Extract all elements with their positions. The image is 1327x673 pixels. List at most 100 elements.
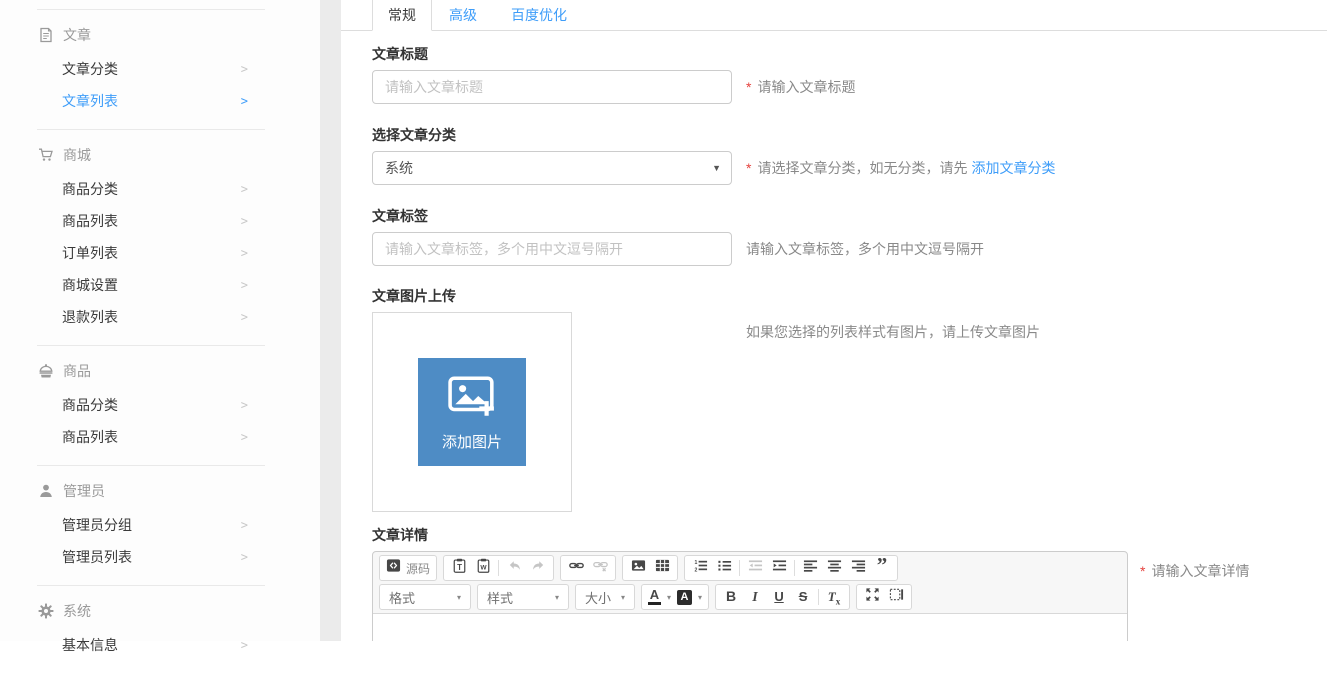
- system-icon: [38, 603, 54, 619]
- align-center-icon: [827, 558, 842, 578]
- italic-button[interactable]: I: [743, 586, 767, 608]
- underline-icon: U: [774, 588, 783, 606]
- chevron-down-icon: ▾: [667, 593, 671, 602]
- field-article-title: 文章标题 *请输入文章标题: [372, 47, 1327, 104]
- sidebar-item-article-category[interactable]: 文章分类 >: [0, 53, 320, 85]
- bullet-list-button[interactable]: [712, 557, 736, 579]
- bg-color-icon: A: [677, 590, 692, 605]
- underline-button[interactable]: U: [767, 586, 791, 608]
- redo-button[interactable]: [526, 557, 550, 579]
- style-select[interactable]: 样式▾: [481, 586, 565, 608]
- chevron-right-icon: >: [241, 62, 248, 76]
- insert-table-button[interactable]: [650, 557, 674, 579]
- undo-button[interactable]: [502, 557, 526, 579]
- toolbar-group: 格式▾: [379, 584, 471, 610]
- chevron-right-icon: >: [241, 310, 248, 324]
- sidebar-item-mall-goods-category[interactable]: 商品分类>: [0, 173, 320, 205]
- article-category-select[interactable]: 系统 ▼: [372, 151, 732, 185]
- sidebar-section-title: 文章: [63, 25, 91, 45]
- sidebar-item-refund-list[interactable]: 退款列表>: [0, 301, 320, 333]
- text-color-button[interactable]: A▾: [645, 586, 674, 608]
- chevron-right-icon: >: [241, 182, 248, 196]
- bold-button[interactable]: B: [719, 586, 743, 608]
- hint-text: 请选择文章分类，如无分类，请先: [757, 160, 967, 176]
- sidebar-item-label: 商品列表: [62, 211, 118, 231]
- sidebar-item-label: 文章列表: [62, 91, 118, 111]
- article-title-label: 文章标题: [372, 47, 1327, 61]
- article-image-label: 文章图片上传: [372, 289, 1327, 303]
- link-button[interactable]: [564, 557, 588, 579]
- format-select[interactable]: 格式▾: [383, 586, 467, 608]
- chevron-right-icon: >: [241, 518, 248, 532]
- mall-icon: [38, 147, 54, 163]
- indent-button[interactable]: [767, 557, 791, 579]
- svg-text:T: T: [457, 563, 462, 572]
- chevron-right-icon: >: [241, 550, 248, 564]
- ordered-list-button[interactable]: 12: [688, 557, 712, 579]
- sidebar-item-order-list[interactable]: 订单列表>: [0, 237, 320, 269]
- article-tags-input[interactable]: [372, 232, 732, 266]
- sidebar-section-header-section-article[interactable]: 文章: [0, 10, 320, 53]
- align-center-button[interactable]: [822, 557, 846, 579]
- article-category-label: 选择文章分类: [372, 128, 1327, 142]
- field-article-category: 选择文章分类 系统 ▼ *请选择文章分类，如无分类，请先添加文章分类: [372, 128, 1327, 185]
- add-category-link[interactable]: 添加文章分类: [971, 160, 1055, 176]
- paste-text-button[interactable]: T: [447, 557, 471, 579]
- show-blocks-button[interactable]: [884, 586, 908, 608]
- tab-general[interactable]: 常规: [372, 0, 432, 31]
- remove-format-button[interactable]: Tx: [822, 586, 846, 608]
- paste-word-button[interactable]: W: [471, 557, 495, 579]
- bg-color-button[interactable]: A▾: [674, 586, 705, 608]
- sidebar-item-label: 文章分类: [62, 59, 118, 79]
- sidebar-section-header-section-system[interactable]: 系统: [0, 586, 320, 629]
- hint-text: 请输入文章详情: [1151, 563, 1249, 579]
- sidebar-item-mall-goods-list[interactable]: 商品列表>: [0, 205, 320, 237]
- italic-icon: I: [752, 588, 757, 606]
- maximize-button[interactable]: [860, 586, 884, 608]
- article-category-hint: *请选择文章分类，如无分类，请先添加文章分类: [746, 158, 1055, 178]
- add-image-icon: [443, 373, 501, 426]
- size-select[interactable]: 大小▾: [579, 586, 631, 608]
- tab-advanced[interactable]: 高级: [432, 0, 494, 30]
- sidebar-item-basic-info[interactable]: 基本信息>: [0, 629, 320, 661]
- select-label: 格式: [389, 588, 415, 607]
- align-right-icon: [851, 558, 866, 578]
- toolbar-group: [856, 584, 912, 610]
- article-tags-hint: 请输入文章标签，多个用中文逗号隔开: [746, 239, 984, 259]
- strike-button[interactable]: S: [791, 586, 815, 608]
- blockquote-button[interactable]: ”: [870, 557, 894, 579]
- chevron-right-icon: >: [241, 94, 248, 108]
- undo-icon: [507, 558, 522, 578]
- tab-baidu-seo[interactable]: 百度优化: [494, 0, 584, 30]
- sidebar-item-goods-category[interactable]: 商品分类>: [0, 389, 320, 421]
- sidebar-item-mall-settings[interactable]: 商城设置>: [0, 269, 320, 301]
- sidebar-section-header-section-mall[interactable]: 商城: [0, 130, 320, 173]
- sidebar-item-goods-list[interactable]: 商品列表>: [0, 421, 320, 453]
- toolbar-separator: [498, 560, 499, 576]
- sidebar-section-header-section-admin[interactable]: 管理员: [0, 466, 320, 509]
- outdent-button[interactable]: [743, 557, 767, 579]
- sidebar-section-mall: 商城商品分类>商品列表>订单列表>商城设置>退款列表>: [0, 130, 320, 345]
- sidebar-item-admin-list[interactable]: 管理员列表>: [0, 541, 320, 573]
- article-tags-label: 文章标签: [372, 209, 1327, 223]
- align-left-button[interactable]: [798, 557, 822, 579]
- insert-image-button[interactable]: [626, 557, 650, 579]
- sidebar-item-article-list[interactable]: 文章列表 >: [0, 85, 320, 117]
- form-content: 文章标题 *请输入文章标题 选择文章分类 系统 ▼: [341, 47, 1327, 641]
- show-blocks-icon: [889, 587, 904, 607]
- toolbar-group: 源码: [379, 555, 437, 581]
- toolbar-group: A▾A▾: [641, 584, 709, 610]
- bullet-list-icon: [717, 558, 732, 578]
- sidebar-section-header-section-goods[interactable]: 商品: [0, 346, 320, 389]
- toolbar-group: BIUS Tx: [715, 584, 850, 610]
- sidebar-item-label: 商品列表: [62, 427, 118, 447]
- article-title-input[interactable]: [372, 70, 732, 104]
- editor-content-area[interactable]: [373, 613, 1127, 641]
- article-image-upload-box[interactable]: 添加图片: [372, 312, 572, 512]
- source-button[interactable]: 源码: [383, 557, 433, 579]
- text-color-icon: A: [648, 589, 661, 605]
- unlink-button[interactable]: [588, 557, 612, 579]
- sidebar-item-admin-group[interactable]: 管理员分组>: [0, 509, 320, 541]
- align-right-button[interactable]: [846, 557, 870, 579]
- add-image-button[interactable]: 添加图片: [418, 358, 526, 466]
